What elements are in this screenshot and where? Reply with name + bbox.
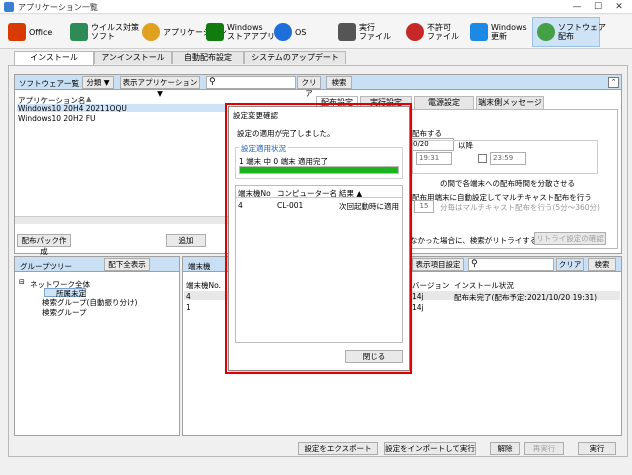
table-row-version: 14j: [412, 292, 424, 301]
title-bar: アプリケーション一覧 — ☐ ✕: [0, 0, 632, 14]
list-item[interactable]: Windows10 20H2 FU: [18, 114, 96, 123]
multicast-sub-label: 分毎はマルチキャスト配布を行う(5分〜360分): [440, 203, 600, 212]
exe-icon: [338, 23, 356, 41]
create-pack-button[interactable]: 配布パック作成: [17, 234, 71, 256]
spread-label: の間で各端末への配布時間を分散させる: [440, 179, 575, 188]
store-icon: [206, 23, 224, 41]
toolbar: Office ウイルス対策 ソフト アプリケーション Windows ストアアプ…: [0, 15, 632, 49]
retry-confirm-button[interactable]: リトライ設定の確認: [534, 232, 606, 245]
list-item[interactable]: Windows10 20H4 20211OQU: [18, 104, 127, 113]
toolbar-office[interactable]: Office: [4, 17, 60, 47]
toolbar-store[interactable]: Windows ストアアプリ: [202, 17, 275, 47]
display-items-button[interactable]: 表示項目設定: [412, 258, 464, 271]
toolbar-windows-update[interactable]: Windows 更新: [466, 17, 527, 47]
toolbar-os[interactable]: OS: [270, 17, 312, 47]
toolbar-antivirus[interactable]: ウイルス対策 ソフト: [66, 17, 139, 47]
network-icon: ⊟: [19, 278, 25, 286]
tab-terminal-message[interactable]: 端末側メッセージ: [476, 96, 544, 109]
multicast-minutes-input[interactable]: 15: [414, 200, 434, 213]
table-row-no[interactable]: 4: [186, 292, 191, 301]
search-icon: ⚲: [471, 259, 478, 269]
software-title: ソフトウェア一覧: [19, 79, 79, 88]
import-execute-button[interactable]: 設定をインポートして実行: [384, 442, 476, 455]
software-search-button[interactable]: 検索: [326, 76, 352, 89]
collapse-icon[interactable]: ⌃: [608, 77, 619, 88]
terminal-title: 端末機: [188, 262, 211, 271]
windows-update-icon: [470, 23, 488, 41]
close-button[interactable]: ✕: [610, 1, 628, 13]
tree-item-search-group[interactable]: 検索グループ: [42, 307, 87, 318]
retry-label: なかった場合に、検索がリトライする: [410, 236, 538, 245]
table-row-version: 14j: [412, 303, 424, 312]
software-search-input[interactable]: [206, 76, 296, 89]
sort-icon: ▲: [86, 95, 92, 103]
expand-all-button[interactable]: 配下全表示: [104, 258, 150, 271]
display-app-dropdown[interactable]: 表示アプリケーション ▼: [120, 76, 200, 98]
terminal-clear-button[interactable]: クリア: [556, 258, 584, 271]
table-row-no[interactable]: 1: [186, 303, 191, 312]
tab-power-settings[interactable]: 電源設定: [414, 96, 474, 109]
category-dropdown[interactable]: 分類 ▼: [82, 76, 114, 89]
grouptree-title: グループツリー: [20, 262, 73, 271]
add-button[interactable]: 追加: [166, 234, 206, 247]
highlight-frame: [225, 103, 412, 374]
tab-system-update[interactable]: システムのアップデート: [244, 51, 346, 64]
tab-uninstall[interactable]: アンインストール: [94, 51, 172, 64]
toolbar-forbidden[interactable]: 不許可 ファイル: [402, 17, 459, 47]
horizontal-scrollbar[interactable]: [15, 216, 229, 224]
release-button[interactable]: 解除: [490, 442, 520, 455]
toolbar-exe[interactable]: 実行 ファイル: [334, 17, 391, 47]
terminal-search-input[interactable]: [468, 258, 554, 271]
office-icon: [8, 23, 26, 41]
time-to-input[interactable]: 23:59: [490, 152, 526, 165]
tab-auto-distribution[interactable]: 自動配布設定: [172, 51, 244, 64]
os-icon: [274, 23, 292, 41]
toolbar-distribution[interactable]: ソフトウェア 配布: [532, 17, 606, 47]
terminal-column-status: インストール状況: [454, 281, 514, 290]
app-icon: [4, 2, 14, 12]
terminal-column-version: バージョン: [412, 281, 450, 290]
re-execute-button[interactable]: 再実行: [524, 442, 564, 455]
antivirus-icon: [70, 23, 88, 41]
toolbar-application[interactable]: アプリケーション: [138, 17, 227, 47]
tab-install[interactable]: インストール: [14, 51, 94, 65]
maximize-button[interactable]: ☐: [589, 1, 607, 13]
software-clear-button[interactable]: クリア: [297, 76, 321, 98]
forbidden-icon: [406, 23, 424, 41]
application-icon: [142, 23, 160, 41]
execute-button[interactable]: 実行: [578, 442, 616, 455]
export-settings-button[interactable]: 設定をエクスポート: [298, 442, 378, 455]
terminal-column-no: 端末機No.: [186, 281, 221, 290]
distribution-icon: [537, 23, 555, 41]
search-icon: ⚲: [209, 77, 216, 87]
terminal-search-button[interactable]: 検索: [588, 258, 616, 271]
minimize-button[interactable]: —: [568, 1, 586, 13]
table-row-status: 配布未完了(配布予定:2021/10/20 19:31): [454, 293, 598, 302]
time-from-input[interactable]: 19:31: [416, 152, 452, 165]
time-to-checkbox[interactable]: [478, 154, 487, 163]
window-title: アプリケーション一覧: [18, 3, 98, 12]
